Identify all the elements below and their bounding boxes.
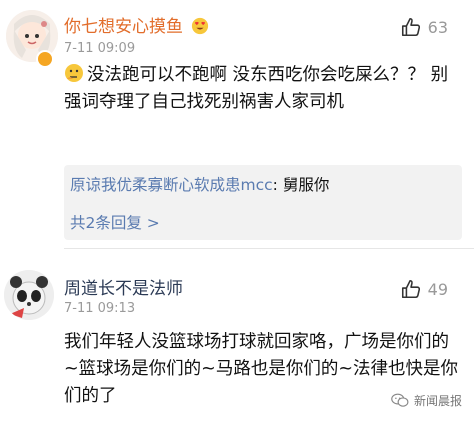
thinking-face-icon bbox=[65, 64, 83, 82]
reply-text: 舅服你 bbox=[282, 176, 330, 194]
like-button[interactable]: 49 bbox=[400, 278, 448, 300]
like-count: 63 bbox=[427, 17, 448, 37]
wechat-icon bbox=[391, 393, 409, 407]
reply-separator: : bbox=[272, 176, 283, 194]
comment-item: 你七想安心摸鱼 7-11 09:09 63 没法跑可以不跑啊 没东西吃你会吃屎么… bbox=[0, 0, 474, 249]
avatar[interactable] bbox=[4, 270, 54, 320]
comment-time: 7-11 09:09 bbox=[64, 41, 136, 56]
comment-text: 没法跑可以不跑啊 没东西吃你会吃屎么？？ 别强词夺理了自己找死别祸害人家司机 bbox=[64, 62, 459, 116]
reply-box[interactable]: 原谅我优柔寡断心软成患mcc: 舅服你 共2条回复 > bbox=[64, 165, 462, 240]
watermark-text: 新闻晨报 bbox=[413, 394, 462, 408]
comment-divider bbox=[64, 248, 474, 249]
thumbs-up-icon bbox=[401, 17, 420, 37]
comment-text-content: 没法跑可以不跑啊 没东西吃你会吃屎么？？ 别强词夺理了自己找死别祸害人家司机 bbox=[64, 65, 449, 112]
username[interactable]: 周道长不是法师 bbox=[64, 274, 183, 299]
thumbs-up-icon bbox=[401, 279, 420, 299]
username[interactable]: 你七想安心摸鱼 bbox=[64, 12, 209, 37]
comment-time: 7-11 09:13 bbox=[64, 301, 136, 316]
like-count: 49 bbox=[427, 279, 448, 299]
vip-badge-icon bbox=[36, 50, 54, 68]
heart-eyes-icon bbox=[192, 17, 209, 35]
watermark: 新闻晨报 bbox=[391, 392, 462, 409]
view-more-replies-link[interactable]: 共2条回复 > bbox=[70, 211, 160, 233]
reply-item: 原谅我优柔寡断心软成患mcc: 舅服你 bbox=[70, 173, 329, 195]
reply-username[interactable]: 原谅我优柔寡断心软成患mcc bbox=[70, 176, 273, 194]
like-button[interactable]: 63 bbox=[400, 16, 448, 38]
username-text: 你七想安心摸鱼 bbox=[64, 17, 183, 37]
